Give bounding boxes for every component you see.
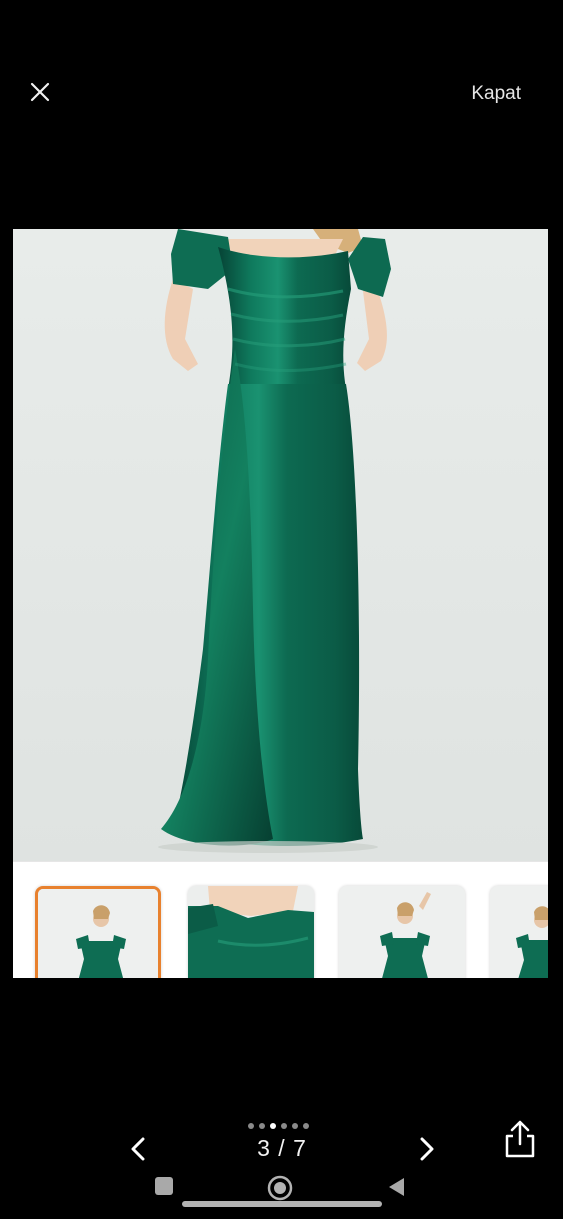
image-viewer (13, 229, 548, 978)
thumbnail-image (188, 886, 314, 978)
home-icon (267, 1175, 293, 1201)
close-button[interactable] (24, 76, 56, 108)
thumbnail-image (339, 886, 465, 978)
previous-image-button[interactable] (124, 1134, 154, 1164)
recents-icon[interactable] (155, 1177, 173, 1195)
thumbnail-strip (13, 861, 548, 978)
thumbnail-4[interactable] (490, 886, 548, 978)
back-icon (389, 1178, 404, 1196)
home-indicator[interactable] (182, 1201, 382, 1207)
thumbnail-1[interactable] (35, 886, 161, 978)
page-dot (248, 1123, 254, 1129)
close-label[interactable]: Kapat (471, 83, 521, 105)
page-dots (248, 1123, 309, 1129)
page-dot (281, 1123, 287, 1129)
back-button[interactable] (386, 1176, 406, 1198)
share-icon (505, 1120, 535, 1158)
next-image-button[interactable] (411, 1134, 441, 1164)
thumbnail-image (490, 886, 548, 978)
thumbnail-3[interactable] (339, 886, 465, 978)
home-button[interactable] (266, 1174, 294, 1202)
chevron-right-icon (420, 1137, 434, 1161)
thumbnail-2[interactable] (188, 886, 314, 978)
page-dot-active (270, 1123, 276, 1129)
chevron-left-icon (131, 1137, 145, 1161)
page-counter: 3 / 7 (257, 1135, 307, 1161)
page-dot (303, 1123, 309, 1129)
image-pager: 3 / 7 (0, 1120, 563, 1180)
system-nav-bar (0, 1172, 563, 1202)
page-dot (292, 1123, 298, 1129)
page-dot (259, 1123, 265, 1129)
thumbnail-image (38, 889, 158, 978)
share-button[interactable] (503, 1120, 537, 1160)
close-icon (30, 82, 50, 102)
main-product-image[interactable] (13, 229, 548, 861)
